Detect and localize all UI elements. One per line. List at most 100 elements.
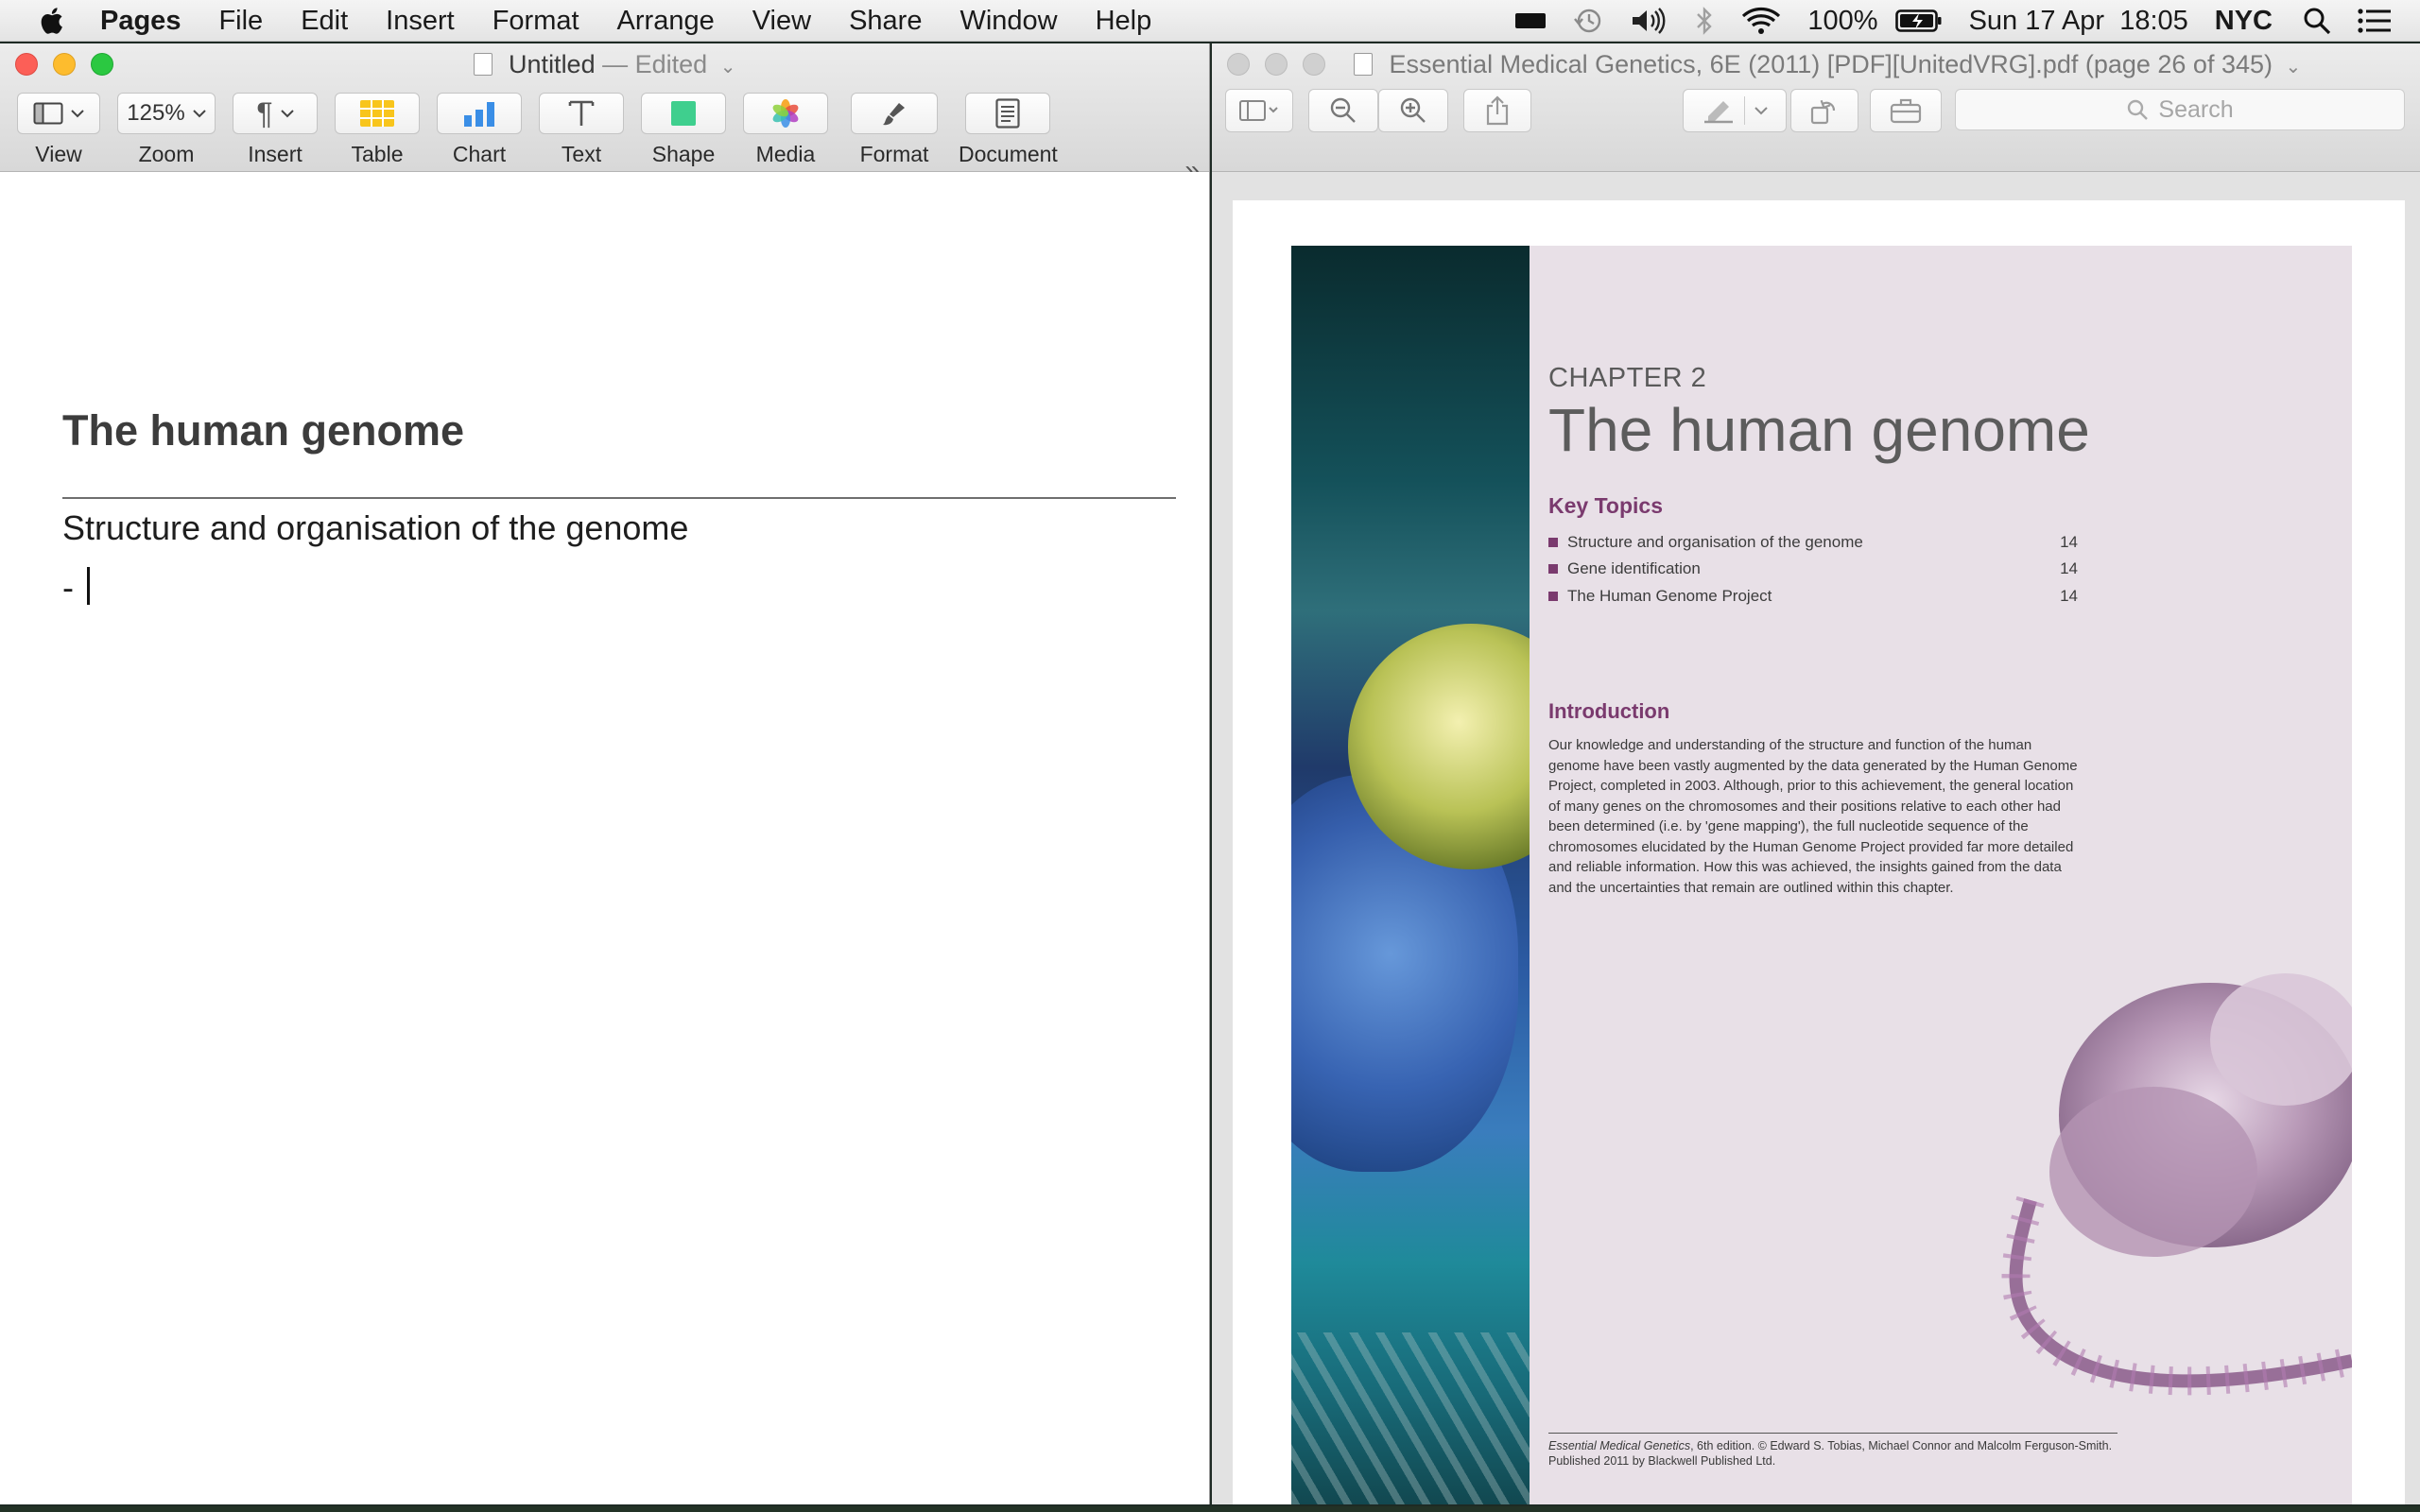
menu-share[interactable]: Share xyxy=(830,0,941,42)
markup-highlight-button[interactable] xyxy=(1683,89,1787,132)
battery-percent: 100% xyxy=(1807,5,1878,36)
pages-document-icon xyxy=(473,53,493,76)
media-photos-icon xyxy=(772,99,799,128)
preview-window-title[interactable]: Essential Medical Genetics, 6E (2011) [P… xyxy=(1344,43,2420,85)
chart-label: Chart xyxy=(452,142,507,166)
zoom-window-button[interactable] xyxy=(1303,53,1325,76)
toolbar-document[interactable]: Document xyxy=(959,93,1058,167)
pages-document-canvas[interactable]: The human genome Structure and organisat… xyxy=(0,172,1209,1504)
zoom-out-button[interactable] xyxy=(1308,89,1378,132)
pdf-viewer[interactable]: CHAPTER 2 The human genome Key Topics St… xyxy=(1212,172,2420,1504)
menu-file[interactable]: File xyxy=(199,0,282,42)
format-button[interactable] xyxy=(851,93,938,134)
zoom-popup-button[interactable]: 125% xyxy=(117,93,216,134)
pages-titlebar: Untitled — Edited ⌄ View 125% Zoom ¶ Ins… xyxy=(0,43,1209,184)
rotate-button[interactable] xyxy=(1790,89,1858,132)
topic-page: 14 xyxy=(2060,533,2078,551)
toolbar-table[interactable]: Table xyxy=(335,93,420,167)
time-machine-icon[interactable] xyxy=(1560,0,1616,42)
sidebar-toggle-button[interactable] xyxy=(1225,89,1293,132)
share-icon xyxy=(1486,95,1509,126)
paintbrush-icon xyxy=(883,103,905,126)
close-window-button[interactable] xyxy=(1227,53,1250,76)
topic-bullet-icon xyxy=(1548,538,1558,547)
pdf-introduction-text: Our knowledge and understanding of the s… xyxy=(1548,737,2078,896)
table-label: Table xyxy=(351,142,404,166)
toolbar-view[interactable]: View xyxy=(17,93,100,167)
pdf-chapter-label: CHAPTER 2 xyxy=(1548,363,1707,393)
topic-label: Gene identification xyxy=(1567,559,1701,577)
volume-icon[interactable] xyxy=(1616,0,1681,42)
pdf-chapter-title: The human genome xyxy=(1548,396,2090,464)
chart-button[interactable] xyxy=(437,93,522,134)
search-icon xyxy=(2128,99,2149,120)
toolbar-zoom[interactable]: 125% Zoom xyxy=(117,93,216,167)
toolbar-text[interactable]: Text xyxy=(539,93,624,167)
notification-center-icon[interactable] xyxy=(2348,0,2420,42)
bluetooth-icon[interactable] xyxy=(1681,0,1728,42)
menu-app-name[interactable]: Pages xyxy=(74,0,199,42)
view-button[interactable] xyxy=(17,93,100,134)
preview-toolbar: Search xyxy=(1212,89,2420,146)
dna-protein-illustration xyxy=(2001,973,2352,1396)
window-controls xyxy=(1227,53,1325,76)
document-bullet-line[interactable]: - xyxy=(62,567,90,608)
menu-arrange[interactable]: Arrange xyxy=(598,0,734,42)
chevron-down-icon xyxy=(280,110,294,118)
topic-label: Structure and organisation of the genome xyxy=(1567,533,1863,551)
toolbar-insert[interactable]: ¶ Insert xyxy=(233,93,318,167)
footer-book-title: Essential Medical Genetics xyxy=(1548,1439,1691,1452)
menu-insert[interactable]: Insert xyxy=(367,0,474,42)
topic-bullet-icon xyxy=(1548,564,1558,574)
menu-help[interactable]: Help xyxy=(1077,0,1171,42)
document-edited-status: — Edited xyxy=(602,50,708,78)
toolbar-chart[interactable]: Chart xyxy=(437,93,522,167)
zoom-in-button[interactable] xyxy=(1378,89,1448,132)
shape-button[interactable] xyxy=(641,93,726,134)
text-button[interactable] xyxy=(539,93,624,134)
document-heading[interactable]: The human genome xyxy=(62,406,464,455)
document-subheading[interactable]: Structure and organisation of the genome xyxy=(62,508,688,548)
menu-edit[interactable]: Edit xyxy=(282,0,367,42)
chevron-down-icon xyxy=(192,110,206,118)
toolbar-format[interactable]: Format xyxy=(851,93,938,167)
pdf-page[interactable]: CHAPTER 2 The human genome Key Topics St… xyxy=(1233,200,2405,1504)
battery-icon[interactable] xyxy=(1882,0,1956,42)
wifi-icon[interactable] xyxy=(1728,0,1794,42)
pages-window-title[interactable]: Untitled — Edited ⌄ xyxy=(0,43,1209,85)
rotate-icon xyxy=(1810,99,1836,125)
heading-rule xyxy=(62,497,1176,499)
bullet-dash: - xyxy=(62,568,74,607)
pdf-introduction-heading: Introduction xyxy=(1548,699,1670,723)
document-button[interactable] xyxy=(965,93,1051,134)
menu-view[interactable]: View xyxy=(734,0,830,42)
spotlight-search-icon[interactable] xyxy=(2286,0,2348,42)
cover-illustration-strip xyxy=(1291,246,1530,1504)
insert-label: Insert xyxy=(248,142,302,166)
apple-menu-icon[interactable] xyxy=(32,0,74,42)
toolbar-media[interactable]: Media xyxy=(743,93,828,167)
topic-bullet-icon xyxy=(1548,592,1558,601)
preview-search-field[interactable]: Search xyxy=(1955,89,2405,130)
toolbox-icon xyxy=(1890,98,1922,124)
markup-toolbox-button[interactable] xyxy=(1870,89,1942,132)
toolbar-shape[interactable]: Shape xyxy=(641,93,726,167)
chevron-down-icon xyxy=(1754,107,1768,115)
menu-format[interactable]: Format xyxy=(474,0,598,42)
title-chevron-icon[interactable]: ⌄ xyxy=(2286,57,2302,77)
table-button[interactable] xyxy=(335,93,420,134)
title-chevron-icon[interactable]: ⌄ xyxy=(720,57,736,77)
text-label: Text xyxy=(561,142,602,166)
chevron-down-icon xyxy=(71,110,84,118)
search-placeholder: Search xyxy=(2158,95,2234,123)
clock[interactable]: Sun 17 Apr 18:05 xyxy=(1956,0,2202,42)
insert-button[interactable]: ¶ xyxy=(233,93,318,134)
minimize-window-button[interactable] xyxy=(1265,53,1288,76)
media-button[interactable] xyxy=(743,93,828,134)
location-label[interactable]: NYC xyxy=(2202,0,2286,42)
share-button[interactable] xyxy=(1463,89,1531,132)
menu-window[interactable]: Window xyxy=(941,0,1076,42)
display-icon[interactable] xyxy=(1501,0,1560,42)
zoom-value: 125% xyxy=(127,100,185,126)
chart-icon xyxy=(464,102,494,127)
